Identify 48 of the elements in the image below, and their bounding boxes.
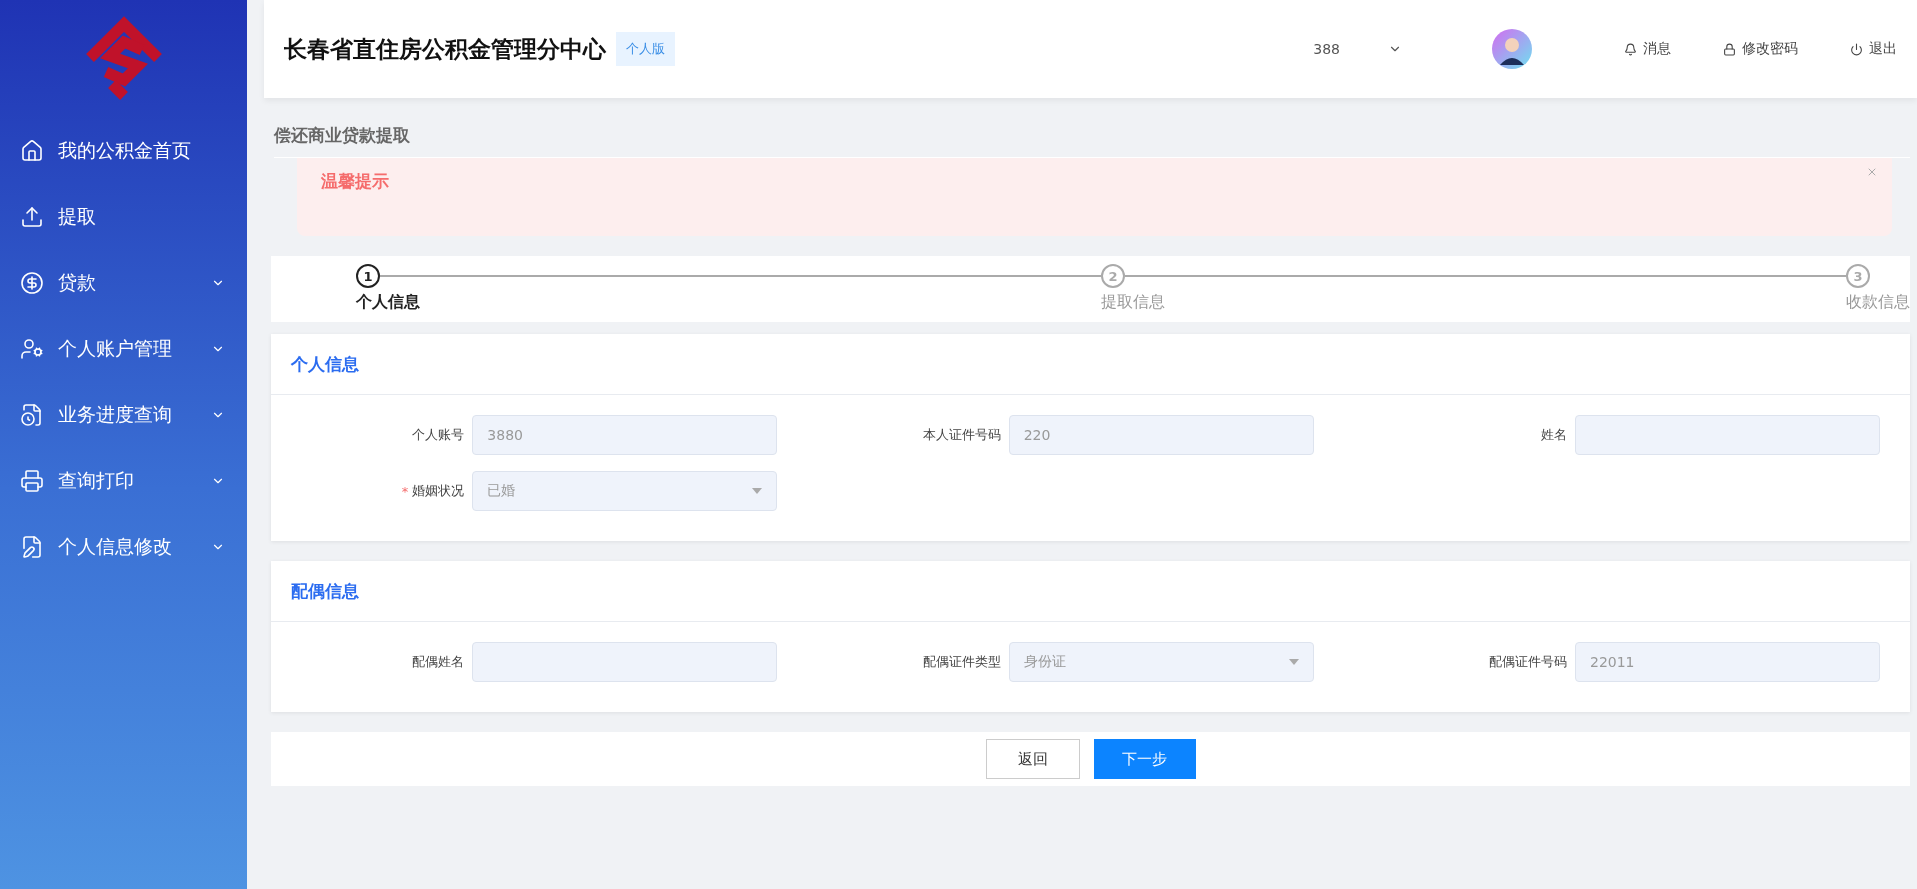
sidebar-item[interactable]: 个人信息修改	[0, 514, 247, 580]
step-label: 提取信息	[1101, 292, 1166, 313]
document-edit-icon	[20, 535, 44, 559]
sidebar-item[interactable]: 我的公积金首页	[0, 118, 247, 184]
section-title: 配偶信息	[291, 579, 359, 603]
coin-icon	[20, 271, 44, 295]
caret-icon	[1288, 659, 1299, 665]
bell-icon	[1624, 42, 1637, 56]
required-mark: *	[401, 483, 409, 499]
avatar[interactable]	[1492, 29, 1532, 69]
sidebar-item[interactable]: 提取	[0, 184, 247, 250]
upload-icon	[20, 205, 44, 229]
step-circle: 3	[1846, 264, 1870, 288]
header-link[interactable]: 退出	[1850, 40, 1897, 58]
field-label: 个人账号	[412, 426, 465, 444]
step-label: 收款信息	[1846, 292, 1910, 313]
alert-title: 温馨提示	[321, 171, 389, 191]
field-label: 配偶证件类型	[922, 653, 1001, 671]
caret-icon	[752, 488, 763, 494]
printer-icon	[20, 469, 44, 493]
sidebar-item[interactable]: 个人账户管理	[0, 316, 247, 382]
close-button[interactable]	[1866, 166, 1878, 178]
field-label: 配偶证件号码	[1489, 653, 1567, 671]
power-icon	[1850, 42, 1863, 56]
step-circle: 1	[356, 264, 380, 288]
document-clock-icon	[20, 403, 44, 427]
step-label: 个人信息	[356, 292, 421, 313]
field-label: 婚姻状况	[412, 482, 465, 500]
header-link[interactable]: 消息	[1624, 40, 1671, 58]
app-title: 长春省直住房公积金管理分中心	[284, 34, 606, 64]
field-label: 配偶姓名	[412, 653, 465, 671]
input-field[interactable]	[472, 642, 778, 682]
sidebar-item[interactable]: 贷款	[0, 250, 247, 316]
user-menu[interactable]: 388	[1313, 41, 1402, 57]
header-link[interactable]: 修改密码	[1723, 40, 1798, 58]
field-label: 姓名	[1541, 426, 1567, 444]
edition-badge: 个人版	[616, 32, 675, 66]
section-title: 个人信息	[291, 352, 359, 376]
back-button[interactable]: 返回	[985, 739, 1080, 779]
next-button[interactable]: 下一步	[1093, 739, 1196, 779]
step-circle: 2	[1101, 264, 1125, 288]
field-label: 本人证件号码	[922, 426, 1001, 444]
user-gear-icon	[20, 337, 44, 361]
home-icon	[20, 139, 44, 163]
sidebar-item[interactable]: 查询打印	[0, 448, 247, 514]
lock-icon	[1723, 42, 1736, 56]
input-field[interactable]	[1575, 415, 1880, 455]
sidebar-item[interactable]: 业务进度查询	[0, 382, 247, 448]
